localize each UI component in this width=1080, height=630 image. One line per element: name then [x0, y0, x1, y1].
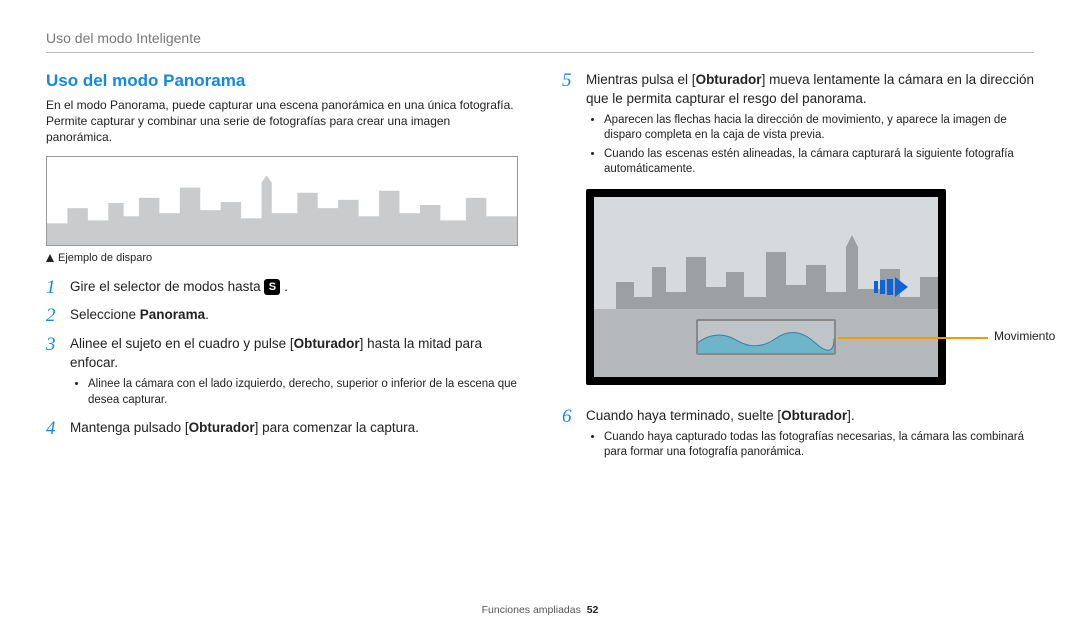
section-title: Uso del modo Panorama [46, 71, 518, 91]
sub-bullet: Alinee la cámara con el lado izquierdo, … [88, 377, 518, 408]
page: { "header": "Uso del modo Inteligente", … [0, 0, 1080, 630]
steps-right: 5 Mientras pulsa el [Obturador] mueva le… [562, 71, 1034, 181]
mode-dial-icon: S [264, 279, 280, 295]
step-5: 5 Mientras pulsa el [Obturador] mueva le… [562, 71, 1034, 181]
illustration-caption: Ejemplo de disparo [46, 252, 518, 264]
sub-bullet: Cuando las escenas estén alineadas, la c… [604, 147, 1034, 178]
leader-line [838, 337, 988, 339]
step-text: Seleccione Panorama. [70, 306, 518, 327]
step-1: 1 Gire el selector de modos hasta S . [46, 278, 518, 299]
skyline-graphic [46, 156, 518, 246]
intro-paragraph: En el modo Panorama, puede capturar una … [46, 97, 518, 146]
step-number: 1 [46, 278, 60, 299]
triangle-bullet-icon [46, 254, 54, 262]
step-text: Mantenga pulsado [Obturador] para comenz… [70, 419, 518, 440]
camera-preview-illustration: Movimiento [586, 189, 946, 385]
step-number: 5 [562, 71, 576, 181]
sub-bullet: Cuando haya capturado todas las fotograf… [604, 430, 1034, 461]
capture-preview-box [696, 319, 836, 355]
left-column: Uso del modo Panorama En el modo Panoram… [46, 71, 518, 472]
step-4: 4 Mantenga pulsado [Obturador] para come… [46, 419, 518, 440]
step-text: Mientras pulsa el [Obturador] mueva lent… [586, 71, 1034, 181]
sub-bullets: Alinee la cámara con el lado izquierdo, … [70, 377, 518, 408]
footer-label: Funciones ampliadas [482, 604, 581, 616]
step-2: 2 Seleccione Panorama. [46, 306, 518, 327]
caption-text: Ejemplo de disparo [58, 252, 152, 264]
step-number: 3 [46, 335, 60, 411]
movement-label: Movimiento [994, 329, 1055, 343]
camera-screen [586, 189, 946, 385]
step-text: Cuando haya terminado, suelte [Obturador… [586, 407, 1034, 464]
step-3: 3 Alinee el sujeto en el cuadro y pulse … [46, 335, 518, 411]
steps-left: 1 Gire el selector de modos hasta S . 2 … [46, 278, 518, 440]
page-number: 52 [587, 604, 599, 616]
sub-bullets: Cuando haya capturado todas las fotograf… [586, 430, 1034, 461]
right-column: 5 Mientras pulsa el [Obturador] mueva le… [562, 71, 1034, 472]
two-column-layout: Uso del modo Panorama En el modo Panoram… [46, 71, 1034, 472]
steps-right-continued: 6 Cuando haya terminado, suelte [Obturad… [562, 407, 1034, 464]
step-number: 2 [46, 306, 60, 327]
step-number: 6 [562, 407, 576, 464]
step-6: 6 Cuando haya terminado, suelte [Obturad… [562, 407, 1034, 464]
direction-arrow-icon [874, 277, 908, 297]
breadcrumb: Uso del modo Inteligente [46, 30, 1034, 46]
panorama-example-illustration [46, 156, 518, 246]
step-text: Gire el selector de modos hasta S . [70, 278, 518, 299]
sub-bullets: Aparecen las flechas hacia la dirección … [586, 113, 1034, 178]
sub-bullet: Aparecen las flechas hacia la dirección … [604, 113, 1034, 144]
step-text: Alinee el sujeto en el cuadro y pulse [O… [70, 335, 518, 411]
step-number: 4 [46, 419, 60, 440]
divider [46, 52, 1034, 53]
page-footer: Funciones ampliadas 52 [0, 604, 1080, 616]
